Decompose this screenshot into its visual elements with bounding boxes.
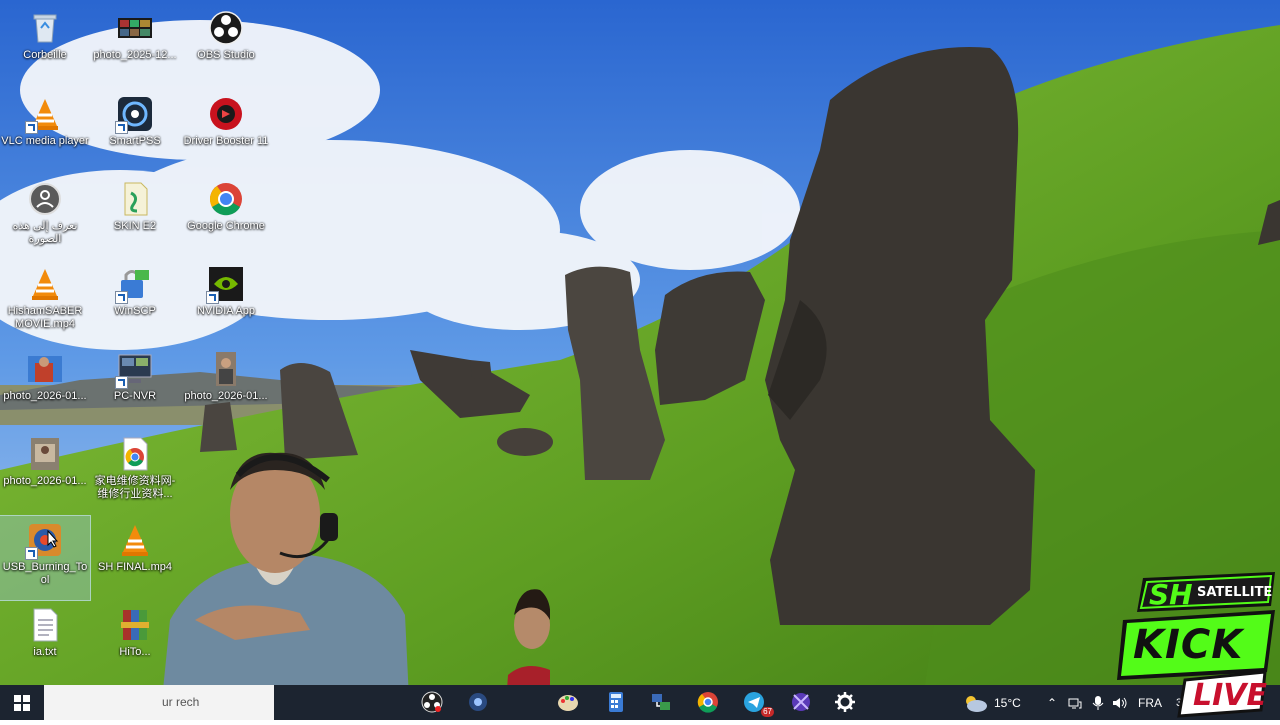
shortcut-arrow-icon: [115, 121, 128, 134]
shortcut-arrow-icon: [25, 547, 38, 560]
recycle-bin-icon: [27, 10, 63, 46]
taskbar-camera-app[interactable]: [464, 689, 492, 715]
desktop-icon-label: SmartPSS: [109, 135, 161, 147]
live-badge: LIVE: [1193, 678, 1267, 713]
vlc-icon: [27, 266, 63, 302]
desktop-icon-label: HishamSABER MOVIE.mp4: [7, 305, 83, 330]
taskbar-chrome[interactable]: [694, 689, 722, 715]
desktop-icon-label: NVIDIA App: [196, 305, 256, 317]
desktop-icon-ia-txt[interactable]: ia.txt: [0, 601, 90, 685]
desktop-icon-photo-2026-a[interactable]: photo_2026-01...: [0, 345, 90, 429]
desktop-icon-nvidia-app[interactable]: NVIDIA App: [181, 260, 271, 344]
taskbar-telegram[interactable]: 67: [740, 689, 774, 717]
desktop-icon-label: photo_2026-01...: [184, 390, 268, 402]
desktop-icon-photo-2025-12[interactable]: photo_2025-12...: [90, 4, 180, 88]
taskbar-calculator[interactable]: [602, 689, 630, 715]
desktop-icon-label: HiTo...: [119, 646, 151, 658]
skin-e2-icon: [117, 181, 153, 217]
desktop-icon-vlc[interactable]: VLC media player: [0, 90, 90, 174]
chrome-icon: [208, 181, 244, 217]
desktop-icon-label: Google Chrome: [187, 220, 265, 232]
desktop-icon-winscp[interactable]: WinSCP: [90, 260, 180, 344]
desktop-icon-label: ia.txt: [33, 646, 57, 658]
camera-icon: [469, 693, 487, 711]
chevron-up-icon[interactable]: ⌃: [1044, 696, 1060, 710]
taskbar-network-tool[interactable]: [647, 689, 675, 715]
shortcut-arrow-icon: [206, 291, 219, 304]
network-icon[interactable]: [1068, 696, 1082, 710]
desktop-icon-label: Corbeille: [23, 49, 67, 61]
desktop-icon-recycle-bin[interactable]: Corbeille: [0, 4, 90, 88]
desktop-icon-label: تعرف إلى هذه الصورة: [12, 220, 78, 245]
kick-live-overlay: SH SATELLITE KICK LIVE: [1115, 560, 1280, 720]
driver-booster-icon: [208, 96, 244, 132]
brand-sh-logo: SH: [1149, 578, 1193, 611]
desktop-icon-label: OBS Studio: [197, 49, 255, 61]
mouse-cursor-icon: [47, 530, 59, 548]
weather-temperature: 15°C: [994, 695, 1021, 710]
vlc-icon: [117, 522, 153, 558]
desktop-icon-label: photo_2026-01...: [3, 390, 87, 402]
desktop-icon-label: WinSCP: [114, 305, 156, 317]
desktop-icon-label: photo_2025-12...: [93, 49, 177, 61]
webcam-overlay: [160, 452, 410, 720]
desktop-icon-learn-about-picture[interactable]: تعرف إلى هذه الصورة: [0, 175, 90, 259]
taskbar-paint-app[interactable]: [554, 689, 582, 715]
desktop-icon-usb-burning-tool[interactable]: USB_Burning_Tool: [0, 515, 91, 601]
image-file-icon: [27, 351, 63, 387]
desktop-icon-hishamsaber-movie[interactable]: HishamSABER MOVIE.mp4: [0, 260, 90, 344]
obs-icon: [208, 10, 244, 46]
winrar-icon: [117, 607, 153, 643]
image-file-icon: [27, 436, 63, 472]
calculator-icon: [609, 692, 623, 712]
desktop-icon-label: SKIN E2: [113, 220, 157, 232]
paint-palette-icon: [558, 695, 578, 711]
taskbar-satellite-app[interactable]: [787, 689, 815, 715]
desktop-icon-pc-nvr[interactable]: PC-NVR: [90, 345, 180, 429]
windows-logo-icon: [14, 694, 30, 711]
learn-about-picture-icon: [27, 181, 63, 217]
kick-logo-text: KICK: [1133, 622, 1244, 668]
desktop-icon-label: photo_2026-01...: [3, 475, 87, 487]
image-file-icon: [117, 10, 153, 46]
desktop-icon-google-chrome[interactable]: Google Chrome: [181, 175, 271, 259]
image-file-icon: [208, 351, 244, 387]
desktop-icon-label: VLC media player: [1, 135, 89, 147]
text-file-icon: [27, 607, 63, 643]
taskbar-obs-studio[interactable]: [418, 689, 446, 715]
desktop-icon-photo-2026-c[interactable]: photo_2026-01...: [0, 430, 90, 514]
winscp-icon: [115, 266, 153, 304]
desktop-icon-driver-booster[interactable]: Driver Booster 11: [181, 90, 271, 174]
desktop-icon-label: Driver Booster 11: [183, 135, 269, 147]
vlc-icon: [25, 96, 63, 134]
smartpss-icon: [115, 96, 153, 134]
desktop-icon-label: PC-NVR: [113, 390, 157, 402]
brand-satellite-text: SATELLITE: [1197, 585, 1273, 600]
weather-widget[interactable]: 15°C: [962, 685, 1021, 720]
network-tool-icon: [652, 694, 670, 710]
taskbar-search-input[interactable]: ur rech: [44, 685, 274, 720]
chrome-html-icon: [117, 436, 153, 472]
cloud-sun-icon: [966, 695, 987, 712]
shortcut-arrow-icon: [115, 376, 128, 389]
taskbar-settings[interactable]: [831, 689, 859, 715]
desktop-icon-skin-e2[interactable]: SKIN E2: [90, 175, 180, 259]
chrome-icon: [697, 692, 718, 713]
gear-icon: [835, 692, 855, 712]
shortcut-arrow-icon: [25, 121, 38, 134]
satellite-icon: [792, 693, 810, 711]
obs-icon: [421, 691, 443, 713]
shortcut-arrow-icon: [115, 291, 128, 304]
nvidia-icon: [206, 266, 244, 304]
microphone-icon[interactable]: [1092, 695, 1104, 711]
desktop-icon-photo-2026-b[interactable]: photo_2026-01...: [181, 345, 271, 429]
desktop-icon-label: USB_Burning_Tool: [2, 561, 88, 586]
start-button[interactable]: [0, 685, 44, 720]
pc-nvr-icon: [115, 351, 153, 389]
telegram-unread-badge: 67: [761, 707, 774, 717]
desktop-icon-obs-studio[interactable]: OBS Studio: [181, 4, 271, 88]
desktop-icon-smartpss[interactable]: SmartPSS: [90, 90, 180, 174]
